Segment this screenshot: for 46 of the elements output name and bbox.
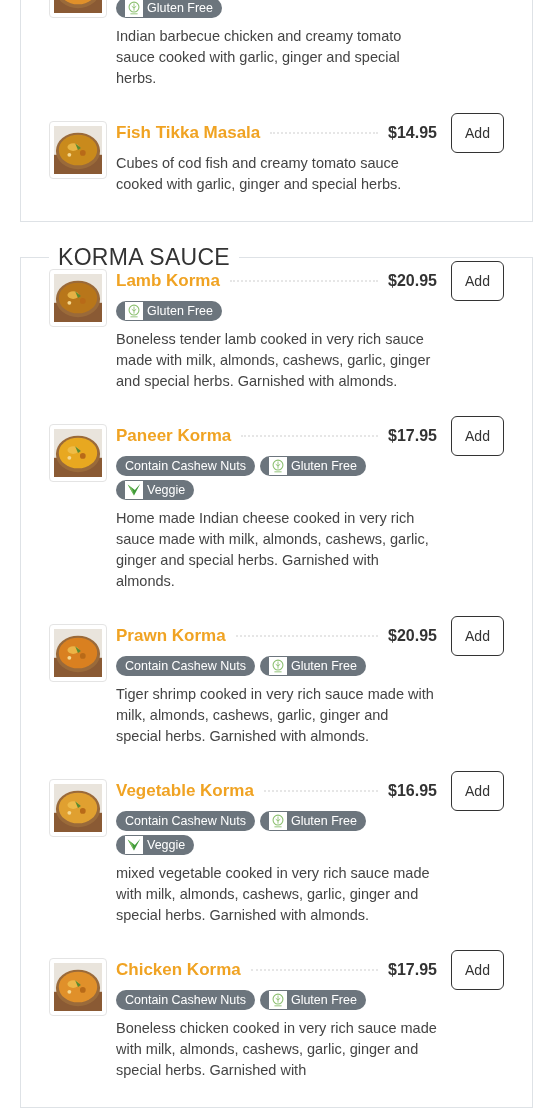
leaf-icon	[268, 657, 287, 675]
add-button[interactable]: Add	[451, 950, 504, 990]
dish-name: Prawn Korma	[116, 626, 226, 646]
dish-price: $14.95	[388, 124, 437, 142]
diet-tag: Gluten Free	[116, 301, 222, 321]
diet-tag: Contain Cashew Nuts	[116, 456, 255, 476]
leaf-icon	[268, 457, 287, 475]
diet-tag: Gluten Free	[259, 990, 366, 1010]
diet-tag: Gluten Free	[259, 656, 366, 676]
dish-description: Indian barbecue chicken and creamy tomato sauce cooked with garlic, ginger and special herbs.	[116, 27, 403, 88]
diet-tag: Contain Cashew Nuts	[116, 990, 255, 1010]
dish-price: $17.95	[388, 961, 437, 979]
leaf-icon	[268, 991, 287, 1009]
dish-price: $20.95	[388, 627, 437, 645]
dish-price: $20.95	[388, 272, 437, 290]
dish-name: Vegetable Korma	[116, 781, 254, 801]
diet-tag: Gluten Free	[116, 0, 222, 18]
dish-price: $17.95	[388, 427, 437, 445]
dish-description: Tiger shrimp cooked in very rich sauce made with milk, almonds, cashews, garlic, ginger and special herbs. Garnished with almonds.	[116, 685, 435, 746]
leaf-icon	[125, 481, 143, 499]
dish-name: Paneer Korma	[116, 426, 232, 446]
dish-name: Lamb Korma	[116, 271, 220, 291]
leaf-icon	[125, 302, 143, 320]
leaf-icon	[125, 836, 143, 854]
add-button[interactable]: Add	[451, 113, 504, 153]
add-button[interactable]: Add	[451, 616, 504, 656]
dish-description: Boneless tender lamb cooked in very rich sauce made with milk, almonds, cashews, garlic, ginger and special herbs. Garnished with almonds.	[116, 330, 432, 391]
add-button[interactable]: Add	[451, 261, 504, 301]
leaf-icon	[268, 812, 287, 830]
diet-tag: Contain Cashew Nuts	[116, 656, 255, 676]
diet-tag: Gluten Free	[259, 811, 366, 831]
dish-description: Boneless chicken cooked in very rich sauce made with milk, almonds, cashews, garlic, ginger and special herbs. Garnished with	[116, 1019, 437, 1080]
dish-price: $16.95	[388, 782, 437, 800]
section-title: KORMA SAUCE	[57, 246, 231, 269]
dish-name: Fish Tikka Masala	[116, 123, 261, 143]
dish-description: Home made Indian cheese cooked in very rich sauce made with milk, almonds, cashews, garlic, ginger and special herbs. Garnished with almonds.	[116, 509, 430, 591]
dish-description: mixed vegetable cooked in very rich sauce made with milk, almonds, cashews, garlic, ginger and special herbs. Garnished with almonds.	[116, 864, 431, 925]
diet-tag: Veggie	[116, 835, 195, 855]
add-button[interactable]: Add	[451, 771, 504, 811]
diet-tag: Veggie	[116, 480, 195, 500]
dish-description: Cubes of cod fish and creamy tomato sauce cooked with garlic, ginger and special herbs.	[116, 154, 403, 194]
diet-tag: Contain Cashew Nuts	[116, 811, 255, 831]
add-button[interactable]: Add	[451, 416, 504, 456]
dish-name: Chicken Korma	[116, 960, 241, 980]
leaf-icon	[125, 0, 143, 17]
diet-tag: Gluten Free	[259, 456, 366, 476]
